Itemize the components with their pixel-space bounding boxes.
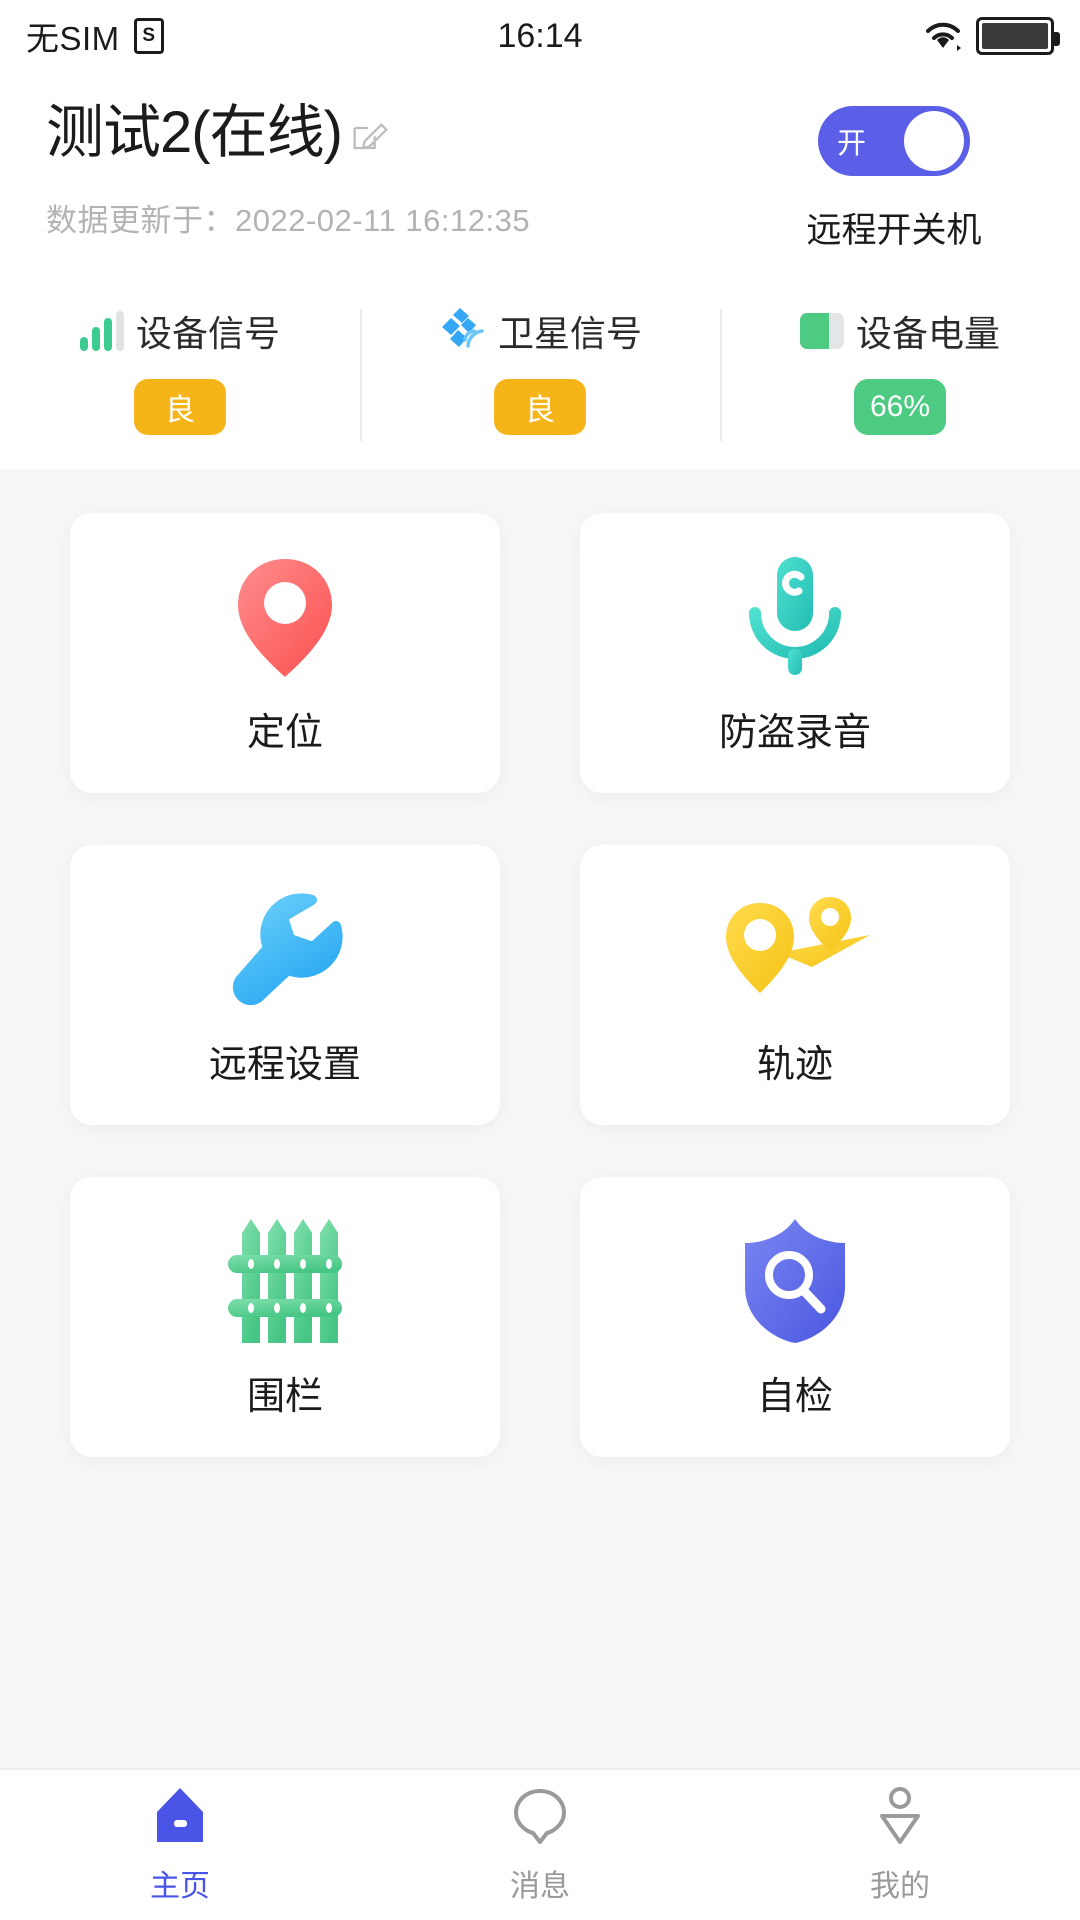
tab-messages[interactable]: 消息: [360, 1770, 720, 1920]
feature-grid: 定位 防盗录音 远程设置 轨迹 围栏 自检: [0, 469, 1080, 1457]
signal-bars-icon: [79, 311, 124, 351]
feature-card-recording-label: 防盗录音: [718, 711, 871, 754]
edit-pencil-icon[interactable]: [348, 118, 388, 163]
map-pin-icon: [220, 551, 350, 683]
feature-card-selfcheck[interactable]: 自检: [580, 1177, 1010, 1457]
metric-device-signal-head: 设备信号: [79, 305, 280, 357]
person-icon: [869, 1786, 931, 1849]
device-header: 测试2(在线) 数据更新于：2022-02-11 16:12:35 开 远程开关…: [0, 72, 1080, 283]
metric-device-battery-label: 设备电量: [855, 313, 1000, 354]
last-updated: 数据更新于：2022-02-11 16:12:35: [46, 195, 754, 240]
metric-device-battery[interactable]: 设备电量 66%: [720, 305, 1080, 441]
tab-profile[interactable]: 我的: [720, 1770, 1080, 1920]
last-updated-time: 2022-02-11 16:12:35: [235, 202, 531, 238]
route-track-icon: [720, 883, 870, 1015]
metric-device-battery-badge: 66%: [853, 379, 947, 435]
device-name: 测试2(在线): [46, 100, 343, 165]
remote-power-toggle[interactable]: 开: [818, 106, 970, 176]
feature-card-fence[interactable]: 围栏: [70, 1177, 500, 1457]
device-name-row: 测试2(在线): [46, 100, 754, 167]
bottom-tab-bar: 主页 消息 我的: [0, 1768, 1080, 1920]
home-icon: [149, 1786, 211, 1849]
metric-device-signal-label: 设备信号: [135, 313, 280, 354]
battery-icon: [799, 313, 844, 349]
feature-card-track[interactable]: 轨迹: [580, 845, 1010, 1125]
shield-search-icon: [735, 1215, 855, 1347]
satellite-icon: [438, 306, 486, 357]
battery-full-icon: [976, 17, 1060, 55]
metric-device-battery-head: 设备电量: [799, 305, 1000, 357]
toggle-state-label: 开: [837, 128, 867, 160]
device-info-block: 测试2(在线) 数据更新于：2022-02-11 16:12:35: [46, 100, 754, 240]
metric-satellite-signal-head: 卫星信号: [438, 305, 642, 357]
feature-card-track-label: 轨迹: [756, 1043, 833, 1086]
status-bar: 无SIM S 16:14: [0, 0, 1080, 72]
feature-card-fence-label: 围栏: [246, 1375, 323, 1418]
metric-device-signal-badge: 良: [134, 379, 226, 435]
status-metrics: 设备信号 良 卫星信号 良 设备电量 66%: [0, 283, 1080, 469]
metric-satellite-signal-label: 卫星信号: [497, 313, 642, 354]
message-icon: [509, 1786, 571, 1849]
remote-power-caption: 远程开关机: [806, 211, 982, 250]
feature-card-remote-settings-label: 远程设置: [208, 1043, 361, 1086]
status-bar-clock: 16:14: [497, 16, 583, 55]
fence-icon: [222, 1215, 348, 1347]
feature-card-recording[interactable]: 防盗录音: [580, 513, 1010, 793]
feature-card-remote-settings[interactable]: 远程设置: [70, 845, 500, 1125]
tab-profile-label: 我的: [870, 1869, 930, 1903]
last-updated-label: 数据更新于：: [46, 202, 235, 238]
remote-power-block: 开 远程开关机: [754, 100, 1034, 253]
device-header-row: 测试2(在线) 数据更新于：2022-02-11 16:12:35 开 远程开关…: [46, 100, 1034, 253]
microphone-icon: [735, 551, 855, 683]
feature-card-selfcheck-label: 自检: [756, 1375, 833, 1418]
tab-home-label: 主页: [150, 1869, 210, 1903]
tab-home[interactable]: 主页: [0, 1770, 360, 1920]
toggle-knob: [904, 111, 964, 171]
metric-satellite-signal[interactable]: 卫星信号 良: [360, 305, 720, 441]
metric-satellite-signal-badge: 良: [494, 379, 586, 435]
feature-card-locate[interactable]: 定位: [70, 513, 500, 793]
tab-messages-label: 消息: [510, 1869, 570, 1903]
feature-card-locate-label: 定位: [246, 711, 323, 754]
metric-device-signal[interactable]: 设备信号 良: [0, 305, 360, 435]
wrench-icon: [220, 883, 350, 1015]
